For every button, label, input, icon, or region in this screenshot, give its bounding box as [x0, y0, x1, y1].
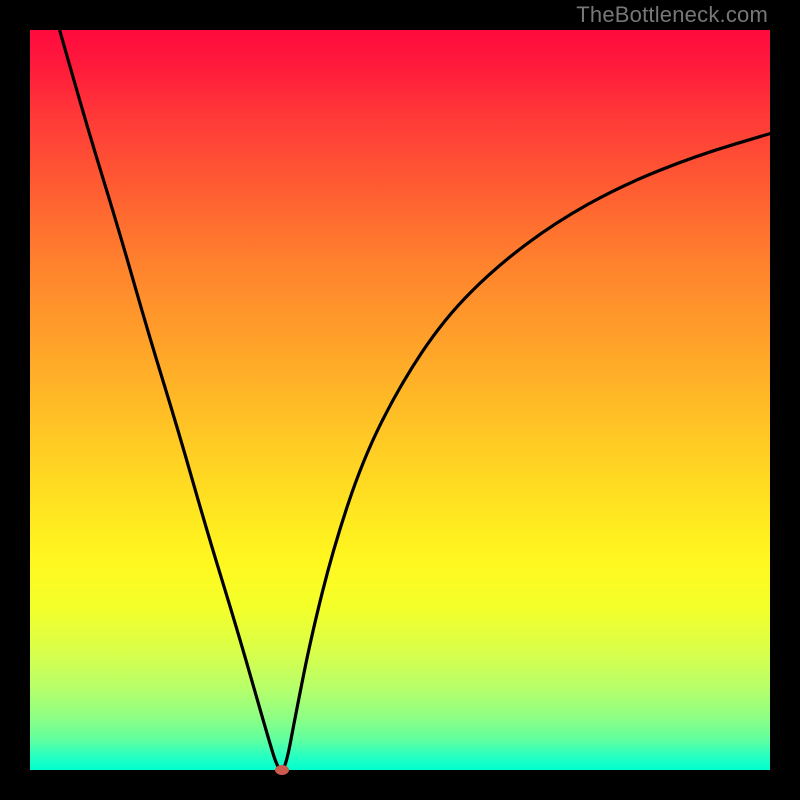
minimum-marker-dot [275, 765, 289, 775]
outer-frame: TheBottleneck.com [0, 0, 800, 800]
bottleneck-curve [30, 30, 770, 770]
watermark-text: TheBottleneck.com [576, 2, 768, 28]
chart-plot-area [30, 30, 770, 770]
